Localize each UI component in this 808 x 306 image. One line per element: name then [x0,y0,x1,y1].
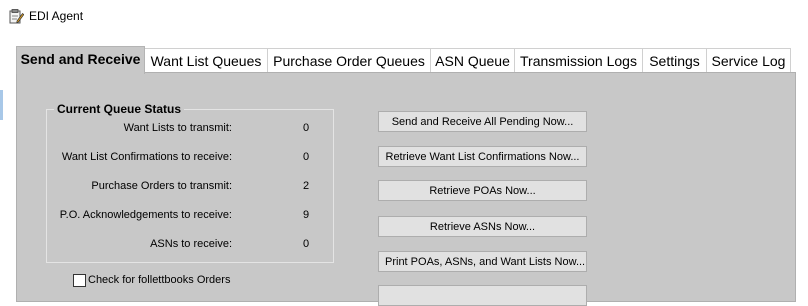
purchase-orders-to-transmit-label: Purchase Orders to transmit: [91,180,232,192]
clipboard-pencil-icon [9,9,24,24]
queue-status-title: Current Queue Status [54,102,185,116]
window-edge [0,90,3,120]
follettbooks-checkbox-label[interactable]: Check for follettbooks Orders [88,274,230,286]
want-lists-to-transmit-label: Want Lists to transmit: [123,122,232,134]
tab-want-list-queues[interactable]: Want List Queues [144,48,268,72]
want-list-confirmations-value: 0 [302,151,310,163]
tab-asn-queue[interactable]: ASN Queue [430,48,515,72]
title-bar: EDI Agent [0,0,808,34]
tab-transmission-logs[interactable]: Transmission Logs [514,48,643,72]
window-title: EDI Agent [29,9,84,23]
send-receive-all-button[interactable]: Send and Receive All Pending Now... [378,111,587,132]
purchase-orders-to-transmit-value: 2 [302,180,310,192]
want-list-confirmations-label: Want List Confirmations to receive: [61,151,232,163]
po-acknowledgements-value: 9 [302,209,310,221]
retrieve-poas-button[interactable]: Retrieve POAs Now... [378,180,587,201]
asns-to-receive-value: 0 [302,238,310,250]
tab-service-log[interactable]: Service Log [706,48,791,72]
po-acknowledgements-label: P.O. Acknowledgements to receive: [59,209,232,221]
retrieve-asns-button[interactable]: Retrieve ASNs Now... [378,216,587,237]
retrieve-want-list-confirmations-button[interactable]: Retrieve Want List Confirmations Now... [378,146,587,167]
want-lists-to-transmit-value: 0 [302,122,310,134]
print-poas-asns-want-lists-button[interactable]: Print POAs, ASNs, and Want Lists Now... [378,251,587,272]
tab-send-and-receive[interactable]: Send and Receive [16,46,145,74]
tab-purchase-order-queues[interactable]: Purchase Order Queues [267,48,431,72]
tab-settings[interactable]: Settings [642,48,707,72]
next-action-button[interactable] [378,285,587,306]
asns-to-receive-label: ASNs to receive: [150,238,232,250]
follettbooks-checkbox[interactable] [73,274,86,287]
